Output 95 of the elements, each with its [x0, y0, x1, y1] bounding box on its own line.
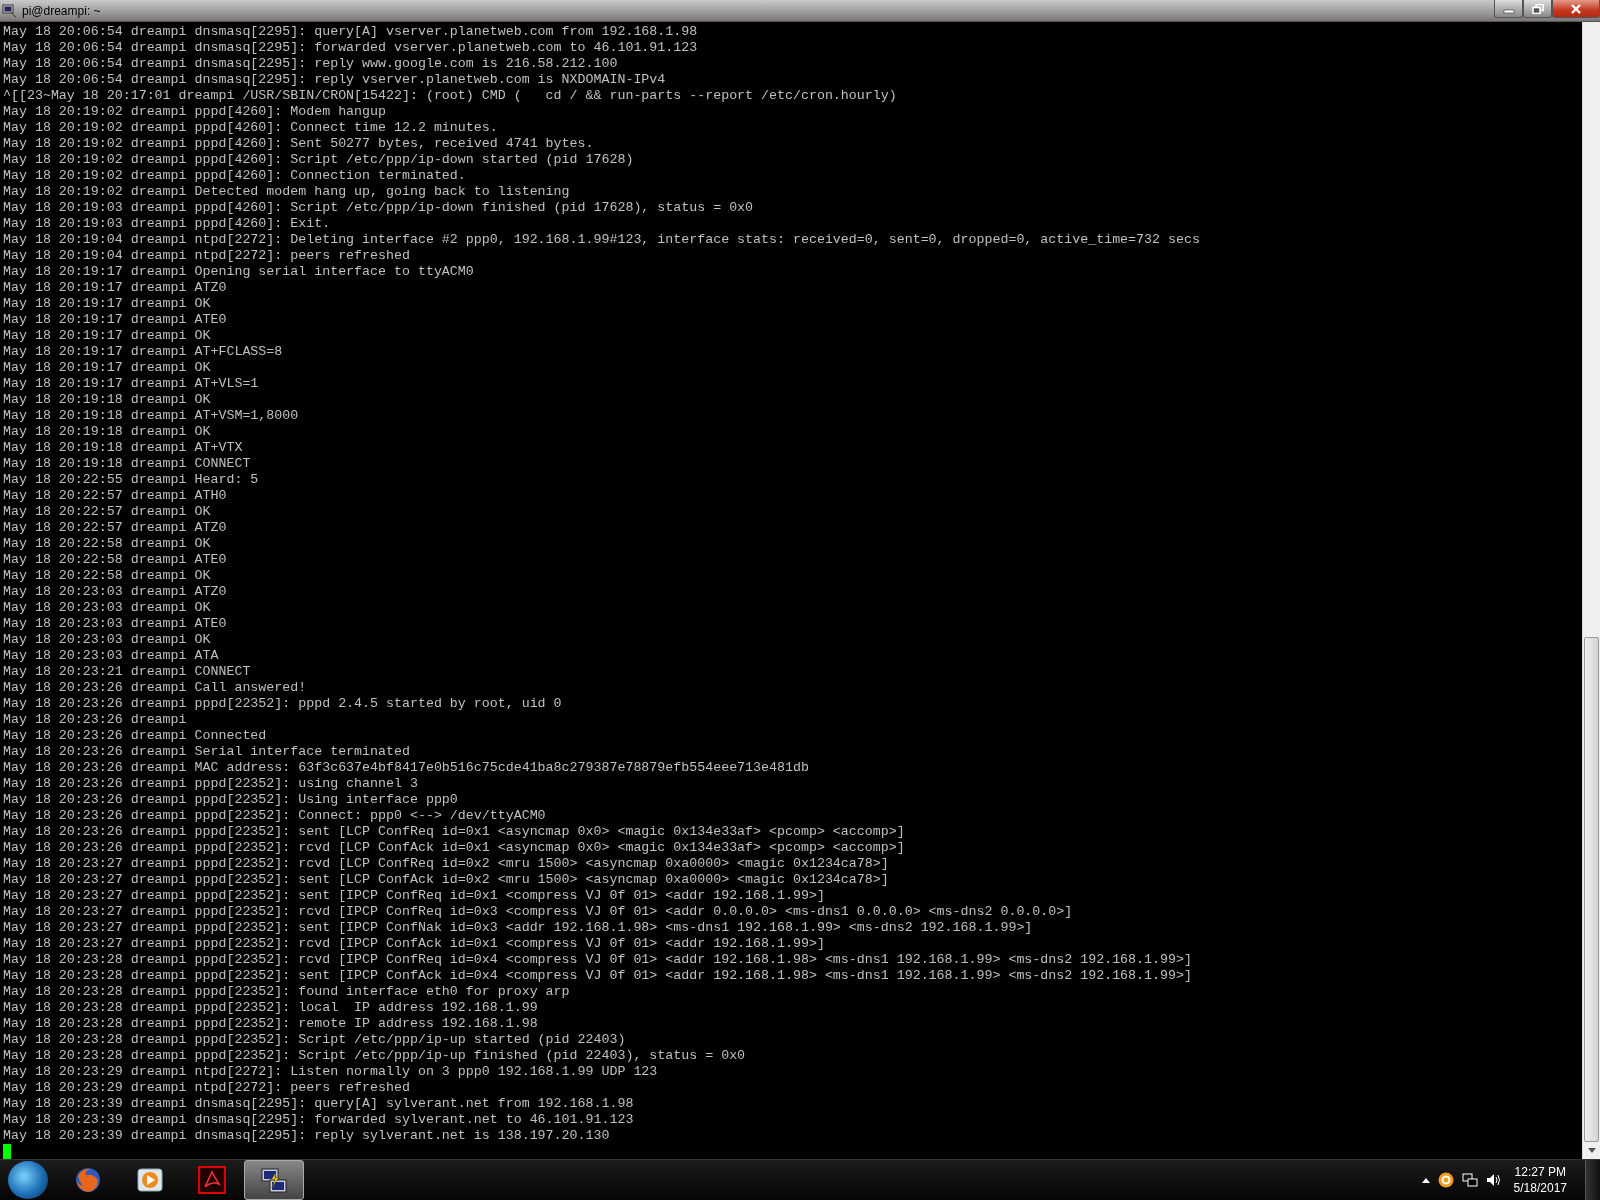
clock-time: 12:27 PM: [1514, 1164, 1566, 1180]
log-line: May 18 20:23:03 dreampi OK: [3, 632, 211, 648]
restore-button[interactable]: [1523, 0, 1552, 18]
log-line: May 18 20:23:03 dreampi OK: [3, 600, 211, 616]
fox-globe-icon: [74, 1166, 102, 1194]
log-line: May 18 20:23:29 dreampi ntpd[2272]: Listen normally on 3 ppp0 192.168.1.99 UDP 123: [3, 1064, 658, 1080]
log-line: May 18 20:23:28 dreampi pppd[22352]: found interface eth0 for proxy arp: [3, 984, 570, 1000]
log-line: May 18 20:22:57 dreampi ATZ0: [3, 520, 227, 536]
log-line: May 18 20:19:17 dreampi ATE0: [3, 312, 227, 328]
log-line: May 18 20:06:54 dreampi dnsmasq[2295]: forwarded vserver.planetweb.com to 46.101.91.123: [3, 40, 698, 56]
log-line: May 18 20:23:39 dreampi dnsmasq[2295]: forwarded sylverant.net to 46.101.91.123: [3, 1112, 634, 1128]
play-icon: [136, 1166, 164, 1194]
log-line: May 18 20:23:21 dreampi CONNECT: [3, 664, 251, 680]
scrollbar-thumb[interactable]: [1584, 637, 1599, 1142]
log-line: May 18 20:23:26 dreampi Serial interface terminated: [3, 744, 410, 760]
log-line: May 18 20:23:39 dreampi dnsmasq[2295]: reply sylverant.net is 138.197.20.130: [3, 1128, 610, 1144]
show-hidden-icons-icon[interactable]: [1421, 1177, 1430, 1183]
log-line: May 18 20:23:26 dreampi pppd[22352]: using channel 3: [3, 776, 418, 792]
log-line: May 18 20:22:57 dreampi ATH0: [3, 488, 227, 504]
log-line: May 18 20:22:58 dreampi ATE0: [3, 552, 227, 568]
log-line: May 18 20:23:39 dreampi dnsmasq[2295]: query[A] sylverant.net from 192.168.1.98: [3, 1096, 634, 1112]
log-line: May 18 20:19:02 dreampi pppd[4260]: Sent 50277 bytes, received 4741 bytes.: [3, 136, 594, 152]
log-line: May 18 20:19:17 dreampi Opening serial interface to ttyACM0: [3, 264, 474, 280]
log-line: May 18 20:23:28 dreampi pppd[22352]: rcvd [IPCP ConfReq id=0x4 <compress VJ 0f 01> <addr 192.168.1.98> <ms-dns1 192.168.1.99> <ms-dns2 192.168.1.99>]: [3, 952, 1192, 968]
clock[interactable]: 12:27 PM 5/18/2017: [1509, 1164, 1577, 1196]
log-line: May 18 20:23:26 dreampi MAC address: 63f3c637e4bf8417e0b516c75cde41ba8c279387e78879efb554eee713e481db: [3, 760, 809, 776]
text-cursor: [3, 1144, 11, 1159]
log-line: May 18 20:23:26 dreampi pppd[22352]: Using interface ppp0: [3, 792, 458, 808]
log-line: May 18 20:23:28 dreampi pppd[22352]: Script /etc/ppp/ip-up started (pid 22403): [3, 1032, 626, 1048]
log-line: May 18 20:23:28 dreampi pppd[22352]: Script /etc/ppp/ip-up finished (pid 22403), status = 0x0: [3, 1048, 746, 1064]
log-line: May 18 20:19:18 dreampi CONNECT: [3, 456, 251, 472]
log-line: May 18 20:23:27 dreampi pppd[22352]: sent [LCP ConfAck id=0x2 <mru 1500> <asyncmap 0xa0000> <magic 0x1234ca78>]: [3, 872, 889, 888]
taskbar-button[interactable]: [244, 1160, 304, 1200]
scrollbar[interactable]: [1582, 22, 1600, 1159]
log-line: May 18 20:19:18 dreampi AT+VTX: [3, 440, 243, 456]
log-line: May 18 20:19:02 dreampi Detected modem hang up, going back to listening: [3, 184, 570, 200]
log-line: May 18 20:23:27 dreampi pppd[22352]: rcvd [IPCP ConfAck id=0x1 <compress VJ 0f 01> <addr 192.168.1.99>]: [3, 936, 825, 952]
log-line: May 18 20:23:29 dreampi ntpd[2272]: peers refreshed: [3, 1080, 410, 1096]
scroll-down-arrow-icon[interactable]: [1587, 1148, 1596, 1153]
log-line: May 18 20:23:26 dreampi: [3, 712, 187, 728]
log-line: May 18 20:06:54 dreampi dnsmasq[2295]: reply www.google.com is 216.58.212.100: [3, 56, 618, 72]
minimize-button[interactable]: [1494, 0, 1523, 18]
log-line: May 18 20:23:27 dreampi pppd[22352]: sent [IPCP ConfReq id=0x1 <compress VJ 0f 01> <addr 192.168.1.99>]: [3, 888, 825, 904]
log-line: May 18 20:19:18 dreampi OK: [3, 424, 211, 440]
log-line: May 18 20:22:58 dreampi OK: [3, 568, 211, 584]
log-line: May 18 20:22:58 dreampi OK: [3, 536, 211, 552]
log-line: May 18 20:23:03 dreampi ATZ0: [3, 584, 227, 600]
log-line: May 18 20:19:18 dreampi AT+VSM=1,8000: [3, 408, 299, 424]
log-line: May 18 20:19:04 dreampi ntpd[2272]: peers refreshed: [3, 248, 410, 264]
show-desktop-button[interactable]: [1585, 1160, 1600, 1200]
log-line: May 18 20:23:03 dreampi ATA: [3, 648, 219, 664]
log-line: May 18 20:19:02 dreampi pppd[4260]: Connection terminated.: [3, 168, 466, 184]
log-line: May 18 20:19:03 dreampi pppd[4260]: Script /etc/ppp/ip-down finished (pid 17628), status = 0x0: [3, 200, 754, 216]
log-line: May 18 20:19:18 dreampi OK: [3, 392, 211, 408]
log-line: May 18 20:23:26 dreampi pppd[22352]: Connect: ppp0 <--> /dev/ttyACM0: [3, 808, 546, 824]
restore-icon: [1531, 3, 1544, 14]
log-line: May 18 20:19:03 dreampi pppd[4260]: Exit.: [3, 216, 331, 232]
log-line: May 18 20:23:26 dreampi pppd[22352]: pppd 2.4.5 started by root, uid 0: [3, 696, 562, 712]
log-line: May 18 20:19:04 dreampi ntpd[2272]: Deleting interface #2 ppp0, 192.168.1.99#123, interface stats: received=0, sent=0, dropped=0, active_time=732 secs: [3, 232, 1200, 248]
log-line: May 18 20:23:27 dreampi pppd[22352]: rcvd [IPCP ConfReq id=0x3 <compress VJ 0f 01> <addr 0.0.0.0> <ms-dns1 0.0.0.0> <ms-dns2 0.0.0.0>]: [3, 904, 1073, 920]
log-line: May 18 20:19:02 dreampi pppd[4260]: Connect time 12.2 minutes.: [3, 120, 498, 136]
log-line: May 18 20:19:17 dreampi OK: [3, 360, 211, 376]
speaker-icon[interactable]: [1485, 1172, 1502, 1188]
log-line: May 18 20:22:57 dreampi OK: [3, 504, 211, 520]
window-title: pi@dreampi: ~: [22, 3, 102, 18]
terminal-icon: [2, 2, 18, 19]
ring-icon[interactable]: [1437, 1172, 1454, 1188]
terminal-icon: [260, 1166, 288, 1194]
log-line: May 18 20:23:26 dreampi Call answered!: [3, 680, 307, 696]
network-icon[interactable]: [1461, 1172, 1478, 1188]
close-button[interactable]: [1552, 0, 1600, 18]
close-icon: [1570, 3, 1582, 14]
log-line: May 18 20:19:17 dreampi AT+VLS=1: [3, 376, 259, 392]
log-line: May 18 20:23:26 dreampi pppd[22352]: sent [LCP ConfReq id=0x1 <asyncmap 0x0> <magic 0x134e33af> <pcomp> <accomp>]: [3, 824, 905, 840]
clock-date: 5/18/2017: [1513, 1180, 1567, 1196]
log-line: May 18 20:23:27 dreampi pppd[22352]: sent [IPCP ConfNak id=0x3 <addr 192.168.1.98> <ms-dns1 192.168.1.99> <ms-dns2 192.168.1.99>]: [3, 920, 1033, 936]
log-line: May 18 20:22:55 dreampi Heard: 5: [3, 472, 259, 488]
log-line: May 18 20:23:27 dreampi pppd[22352]: rcvd [LCP ConfReq id=0x2 <mru 1500> <asyncmap 0xa0000> <magic 0x1234ca78>]: [3, 856, 889, 872]
log-line: May 18 20:23:28 dreampi pppd[22352]: sent [IPCP ConfAck id=0x4 <compress VJ 0f 01> <addr 192.168.1.98> <ms-dns1 192.168.1.99> <ms-dns2 192.168.1.99>]: [3, 968, 1192, 984]
log-line: May 18 20:23:26 dreampi pppd[22352]: rcvd [LCP ConfAck id=0x1 <asyncmap 0x0> <magic 0x134e33af> <pcomp> <accomp>]: [3, 840, 905, 856]
log-line: May 18 20:06:54 dreampi dnsmasq[2295]: query[A] vserver.planetweb.com from 192.168.1.98: [3, 24, 698, 40]
log-line: May 18 20:06:54 dreampi dnsmasq[2295]: reply vserver.planetweb.com is NXDOMAIN-IPv4: [3, 72, 666, 88]
log-line: May 18 20:23:28 dreampi pppd[22352]: local IP address 192.168.1.99: [3, 1000, 538, 1016]
log-line: May 18 20:23:03 dreampi ATE0: [3, 616, 227, 632]
start-button[interactable]: [8, 1161, 48, 1199]
log-line: May 18 20:19:17 dreampi AT+FCLASS=8: [3, 344, 283, 360]
log-line: May 18 20:23:26 dreampi Connected: [3, 728, 267, 744]
log-line: May 18 20:19:17 dreampi OK: [3, 328, 211, 344]
log-line: ^[[23~May 18 20:17:01 dreampi /USR/SBIN/CRON[15422]: (root) CMD ( cd / && run-parts --report /etc/cron.hourly): [3, 88, 897, 104]
pdf-icon: [198, 1166, 226, 1194]
log-line: May 18 20:19:17 dreampi ATZ0: [3, 280, 227, 296]
log-line: May 18 20:19:17 dreampi OK: [3, 296, 211, 312]
log-line: May 18 20:19:02 dreampi pppd[4260]: Script /etc/ppp/ip-down started (pid 17628): [3, 152, 634, 168]
log-line: May 18 20:23:28 dreampi pppd[22352]: remote IP address 192.168.1.98: [3, 1016, 538, 1032]
log-line: May 18 20:19:02 dreampi pppd[4260]: Modem hangup: [3, 104, 386, 120]
